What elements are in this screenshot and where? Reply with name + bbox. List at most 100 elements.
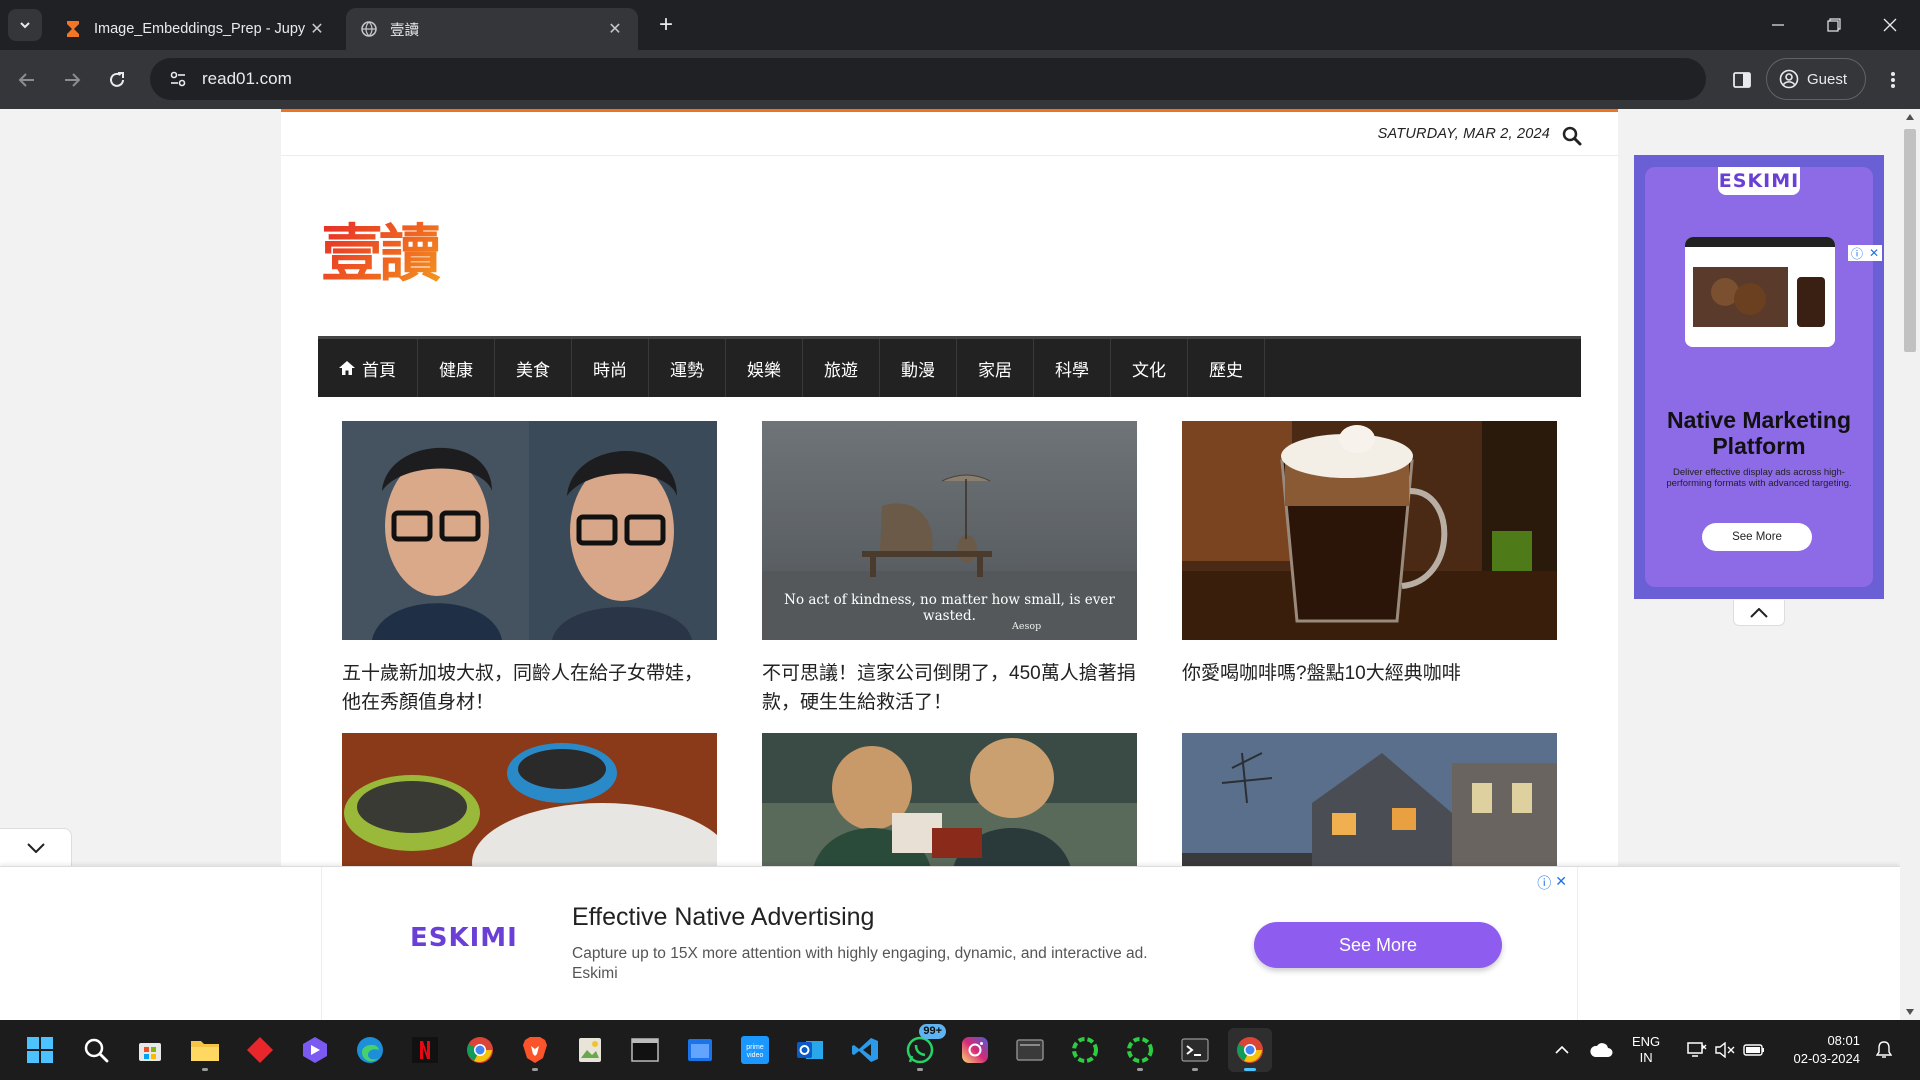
site-info-icon[interactable] <box>164 65 192 93</box>
taskbar-app-purple[interactable] <box>293 1028 337 1072</box>
taskbar-instagram[interactable] <box>953 1028 997 1072</box>
browser-menu-button[interactable] <box>1876 63 1910 97</box>
bottom-sticky-advertisement[interactable]: ESKIMI Effective Native Advertising Capt… <box>0 866 1900 1020</box>
notifications-button[interactable] <box>1872 1020 1896 1080</box>
back-button[interactable] <box>10 63 44 97</box>
vertical-scrollbar[interactable] <box>1900 109 1920 1020</box>
bottom-ad-cta-button[interactable]: See More <box>1254 922 1502 968</box>
taskbar-app-red[interactable] <box>238 1028 282 1072</box>
taskbar-vscode[interactable] <box>843 1028 887 1072</box>
profile-button[interactable]: Guest <box>1766 58 1866 100</box>
network-tray-button[interactable] <box>1684 1020 1710 1080</box>
taskbar-prime-video[interactable]: prime video <box>733 1028 777 1072</box>
nav-item-food[interactable]: 美食 <box>495 339 572 397</box>
chevron-up-icon <box>1555 1046 1569 1054</box>
nav-item-health[interactable]: 健康 <box>418 339 495 397</box>
taskbar-whatsapp[interactable]: 99+ <box>898 1024 946 1072</box>
volume-tray-button[interactable] <box>1712 1020 1738 1080</box>
minimize-button[interactable] <box>1750 0 1806 50</box>
battery-tray-button[interactable] <box>1740 1020 1768 1080</box>
nav-item-travel[interactable]: 旅遊 <box>803 339 880 397</box>
ad-choices[interactable]: ⓘ ✕ <box>1848 245 1882 261</box>
taskbar-brave[interactable] <box>513 1028 557 1072</box>
close-window-button[interactable] <box>1862 0 1918 50</box>
bottom-ad-title[interactable]: Effective Native Advertising <box>572 903 874 932</box>
taskbar-app-green-ring-2[interactable] <box>1118 1028 1162 1072</box>
taskbar-chrome[interactable] <box>458 1028 502 1072</box>
taskbar-app-store[interactable] <box>128 1028 172 1072</box>
onedrive-tray-button[interactable] <box>1586 1020 1616 1080</box>
cloud-icon <box>1590 1043 1613 1057</box>
tab-read01[interactable]: 壹讀 ✕ <box>346 8 638 50</box>
ad-choices[interactable]: ⓘ ✕ <box>1537 873 1567 893</box>
side-ad-panel: ESKIMI Native Marketing Platform Deliver… <box>1645 167 1873 587</box>
volume-muted-icon <box>1715 1042 1735 1058</box>
side-advertisement[interactable]: ESKIMI Native Marketing Platform Deliver… <box>1634 155 1884 599</box>
side-ad-cta-button[interactable]: See More <box>1702 523 1812 551</box>
scroll-up-arrow-icon[interactable] <box>1900 109 1920 125</box>
nav-item-science[interactable]: 科學 <box>1034 339 1111 397</box>
article-title[interactable]: 五十歲新加坡大叔，同齡人在給子女帶娃，他在秀顏值身材！ <box>342 659 717 717</box>
tab-search-button[interactable] <box>8 9 42 41</box>
arrow-right-icon <box>65 73 81 87</box>
info-icon[interactable]: ⓘ <box>1851 245 1863 262</box>
tab-title: Image_Embeddings_Prep - Jupy <box>94 21 306 37</box>
article-image[interactable]: No act of kindness, no matter how small,… <box>762 421 1137 640</box>
nav-item-history[interactable]: 歷史 <box>1188 339 1265 397</box>
search-icon[interactable] <box>1562 126 1582 146</box>
hourglass-icon <box>64 20 82 38</box>
article-image[interactable] <box>1182 421 1557 640</box>
scroll-down-arrow-icon[interactable] <box>1900 1004 1920 1020</box>
site-logo[interactable]: 壹讀 <box>321 209 461 299</box>
article-card[interactable]: 五十歲新加坡大叔，同齡人在給子女帶娃，他在秀顏值身材！ <box>342 421 717 717</box>
close-icon[interactable]: ✕ <box>1555 873 1567 893</box>
system-clock[interactable]: 08:01 02-03-2024 <box>1782 1032 1861 1068</box>
restore-button[interactable] <box>1806 0 1862 50</box>
show-hidden-icons-button[interactable] <box>1548 1020 1576 1080</box>
taskbar-terminal[interactable] <box>1173 1028 1217 1072</box>
scrollbar-thumb[interactable] <box>1904 129 1916 352</box>
side-panel-button[interactable] <box>1725 63 1759 97</box>
reload-button[interactable] <box>100 63 134 97</box>
taskbar-file-explorer[interactable] <box>183 1028 227 1072</box>
address-bar[interactable]: read01.com <box>150 58 1706 100</box>
arrow-left-icon <box>18 73 34 87</box>
tab-jupyter[interactable]: Image_Embeddings_Prep - Jupy ✕ <box>50 8 340 50</box>
taskbar-image-viewer[interactable] <box>568 1028 612 1072</box>
article-title[interactable]: 不可思議！這家公司倒閉了，450萬人搶著捐款，硬生生給救活了！ <box>762 659 1137 717</box>
article-card[interactable]: 你愛喝咖啡嗎?盤點10大經典咖啡 <box>1182 421 1557 688</box>
nav-item-home-living[interactable]: 家居 <box>957 339 1034 397</box>
new-tab-button[interactable]: + <box>652 12 680 40</box>
taskbar-outlook[interactable] <box>788 1028 832 1072</box>
close-icon[interactable]: ✕ <box>1869 246 1879 260</box>
nav-item-horoscope[interactable]: 運勢 <box>649 339 726 397</box>
search-icon <box>84 1038 109 1063</box>
input-language-indicator[interactable]: ENG IN <box>1632 1034 1660 1066</box>
taskbar-chrome-active[interactable] <box>1228 1028 1272 1072</box>
article-title[interactable]: 你愛喝咖啡嗎?盤點10大經典咖啡 <box>1182 659 1557 688</box>
taskbar-netflix[interactable] <box>403 1028 447 1072</box>
nav-item-anime[interactable]: 動漫 <box>880 339 957 397</box>
taskbar-console-window[interactable] <box>623 1028 667 1072</box>
terminal-icon <box>1181 1038 1209 1062</box>
close-icon[interactable]: ✕ <box>308 20 326 38</box>
close-icon[interactable]: ✕ <box>606 20 624 38</box>
nav-item-home[interactable]: 首頁 <box>318 339 418 397</box>
start-button[interactable] <box>18 1028 62 1072</box>
taskbar-search-button[interactable] <box>74 1028 118 1072</box>
nav-item-culture[interactable]: 文化 <box>1111 339 1188 397</box>
forward-button[interactable] <box>55 63 89 97</box>
info-icon[interactable]: ⓘ <box>1537 873 1551 893</box>
taskbar-app-green-ring[interactable] <box>1063 1028 1107 1072</box>
bottom-ad-toggle-button[interactable] <box>0 828 72 866</box>
nav-label: 首頁 <box>362 360 396 380</box>
side-ad-collapse-button[interactable] <box>1733 600 1785 626</box>
article-image[interactable] <box>342 421 717 640</box>
taskbar-edge[interactable] <box>348 1028 392 1072</box>
nav-item-fashion[interactable]: 時尚 <box>572 339 649 397</box>
article-card[interactable]: No act of kindness, no matter how small,… <box>762 421 1137 717</box>
side-ad-brand: ESKIMI <box>1718 167 1800 195</box>
taskbar-app-blue-window[interactable] <box>678 1028 722 1072</box>
taskbar-app-gray[interactable] <box>1008 1028 1052 1072</box>
nav-item-entertainment[interactable]: 娛樂 <box>726 339 803 397</box>
